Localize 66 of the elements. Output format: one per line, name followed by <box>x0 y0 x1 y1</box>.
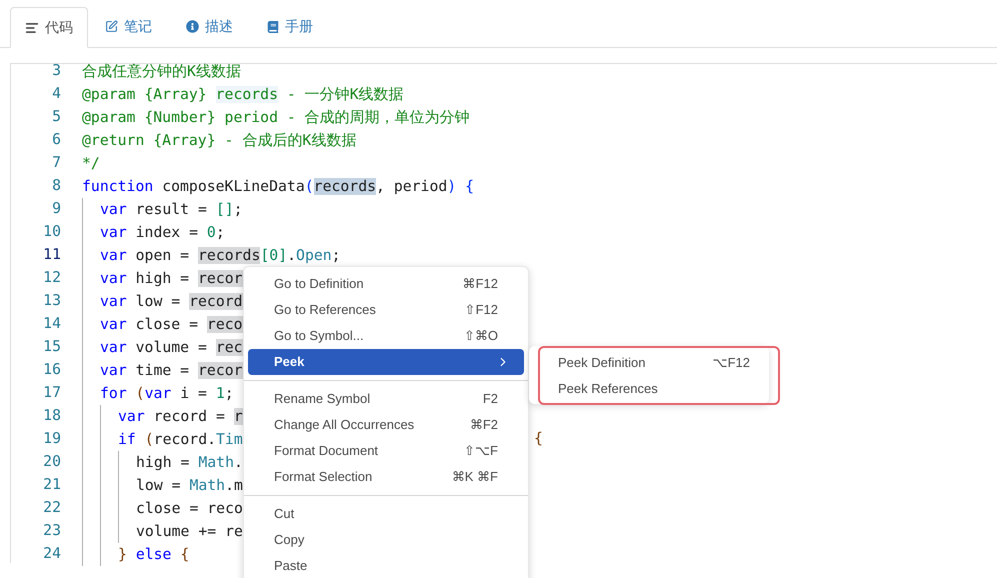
menu-item[interactable]: Cut <box>248 501 524 527</box>
tab[interactable]: 手册 <box>250 6 330 47</box>
code-line: var high = recor <box>100 269 243 289</box>
code-line: 合成任意分钟的K线数据 <box>82 62 241 82</box>
line-number: 10 <box>42 222 61 242</box>
line-number: 6 <box>51 130 61 150</box>
code-line: var low = record <box>100 292 243 312</box>
code-line: var record = r <box>118 407 243 427</box>
menu-item[interactable]: Go to References ⇧F12 <box>248 297 524 323</box>
code-line: @return {Array} - 合成后的K线数据 <box>82 131 356 151</box>
line-number: 7 <box>51 153 61 174</box>
code-line: if (record.Tim <box>118 430 243 450</box>
code-line: high = Math. <box>136 453 243 473</box>
code-line: for (var i = 1; <box>100 384 234 404</box>
line-number: 4 <box>51 84 61 104</box>
book-icon <box>267 20 279 32</box>
line-number: 19 <box>42 429 61 450</box>
line-number: 13 <box>42 291 61 312</box>
code-line: */ <box>82 154 100 174</box>
code-line: var open = records[0].Open; <box>100 246 341 266</box>
code-line: function composeKLineData(records, period) { <box>82 177 474 197</box>
line-number: 20 <box>42 452 61 472</box>
menu-item[interactable]: Peek References <box>540 376 760 402</box>
lines-icon <box>25 20 39 34</box>
line-number: 21 <box>42 475 61 496</box>
line-number: 15 <box>42 337 61 358</box>
code-brace: { <box>534 429 543 450</box>
tab[interactable]: 代码 <box>10 7 88 48</box>
code-line: close = reco <box>136 499 243 519</box>
line-number: 5 <box>51 107 61 128</box>
tab[interactable]: 笔记 <box>88 6 169 47</box>
code-line: volume += re <box>136 522 243 542</box>
menu-item[interactable]: Change All Occurrences ⌘F2 <box>248 412 524 438</box>
menu-item[interactable]: Format Document ⇧⌥F <box>248 438 524 464</box>
line-number: 14 <box>42 314 61 334</box>
menu-item[interactable]: Peek <box>248 349 524 375</box>
menu-item[interactable]: Go to Definition ⌘F12 <box>248 271 524 297</box>
code-line: low = Math.m <box>136 476 243 496</box>
line-number: 9 <box>51 199 61 220</box>
menu-item[interactable]: Format Selection ⌘K ⌘F <box>248 464 524 490</box>
menu-item[interactable]: Peek Definition ⌥F12 <box>540 350 760 376</box>
line-number: 18 <box>42 406 61 426</box>
code-line: @param {Array} records - 一分钟K线数据 <box>82 85 404 105</box>
menu-item[interactable]: Paste <box>248 553 524 578</box>
menu-item[interactable]: Copy <box>248 527 524 553</box>
line-number: 22 <box>42 498 61 518</box>
code-line: } else { <box>118 545 190 565</box>
menu-item[interactable]: Go to Symbol... ⇧⌘O <box>248 323 524 349</box>
line-number: 8 <box>51 176 61 196</box>
line-number: 3 <box>51 61 61 82</box>
tab[interactable]: 描述 <box>169 6 250 47</box>
line-number: 11 <box>42 245 61 266</box>
code-line: var volume = rec <box>100 338 243 358</box>
menu-item[interactable]: Rename Symbol F2 <box>248 386 524 412</box>
line-number: 23 <box>42 521 61 542</box>
code-line: var time = recor <box>100 361 243 381</box>
code-line: var index = 0; <box>100 223 225 243</box>
line-number: 16 <box>42 360 61 380</box>
line-number: 24 <box>42 544 61 564</box>
info-icon <box>186 20 199 33</box>
code-line: @param {Number} period - 合成的周期，单位为分钟 <box>82 108 470 128</box>
line-number: 17 <box>42 383 61 404</box>
code-line: var close = reco <box>100 315 243 335</box>
code-line: var result = []; <box>100 200 243 220</box>
edit-icon <box>105 20 118 33</box>
line-number: 12 <box>42 268 61 288</box>
